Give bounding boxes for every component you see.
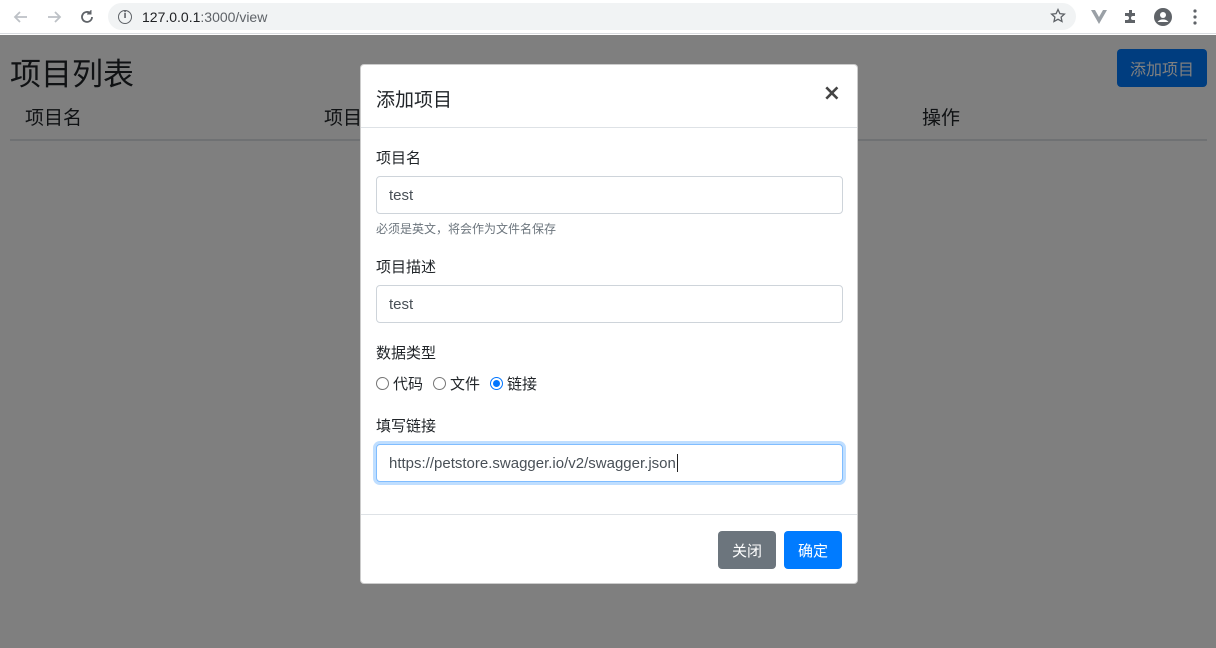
extensions-puzzle-icon[interactable]	[1121, 7, 1141, 27]
reload-icon[interactable]	[72, 2, 102, 32]
radio-code-label: 代码	[393, 375, 424, 393]
project-name-help: 必须是英文，将会作为文件名保存	[376, 222, 557, 236]
modal-header: 添加项目 ×	[361, 65, 857, 128]
radio-file-label: 文件	[450, 375, 481, 393]
vue-devtools-icon[interactable]	[1089, 7, 1109, 27]
add-project-modal: 添加项目 × 项目名 test 必须是英文，将会作为文件名保存 项目描述 tes…	[360, 64, 858, 584]
browser-toolbar: i 127.0.0.1:3000/view	[0, 0, 1216, 34]
radio-code[interactable]	[376, 377, 389, 390]
close-button[interactable]: 关闭	[718, 531, 776, 569]
link-label: 填写链接	[376, 417, 437, 435]
confirm-button[interactable]: 确定	[784, 531, 842, 569]
project-name-input[interactable]: test	[376, 176, 843, 214]
address-bar[interactable]: i 127.0.0.1:3000/view	[108, 3, 1076, 30]
project-desc-label: 项目描述	[376, 258, 437, 276]
browser-menu-icon[interactable]	[1185, 7, 1205, 27]
back-icon[interactable]	[6, 2, 36, 32]
profile-avatar-icon[interactable]	[1153, 7, 1173, 27]
text-cursor	[676, 454, 678, 472]
close-icon[interactable]: ×	[823, 81, 841, 106]
project-name-value: test	[389, 186, 414, 204]
project-desc-value: test	[389, 295, 414, 313]
modal-footer: 关闭 确定	[361, 514, 857, 584]
radio-file[interactable]	[433, 377, 447, 390]
info-icon[interactable]: i	[118, 9, 132, 24]
modal-title: 添加项目	[376, 89, 453, 111]
url-host: 127.0.0.1	[142, 8, 201, 25]
radio-link-label: 链接	[507, 375, 538, 393]
url-path: :3000/view	[200, 8, 268, 25]
radio-option-code[interactable]: 代码	[376, 373, 423, 394]
link-input[interactable]: https://petstore.swagger.io/v2/swagger.j…	[376, 444, 843, 482]
project-desc-input[interactable]: test	[376, 285, 843, 323]
data-type-radio-group: 代码 文件 链接	[376, 373, 547, 394]
data-type-label: 数据类型	[376, 344, 437, 362]
radio-link[interactable]	[490, 377, 504, 390]
project-name-label: 项目名	[376, 149, 422, 167]
link-value: https://petstore.swagger.io/v2/swagger.j…	[389, 454, 676, 472]
forward-icon[interactable]	[39, 2, 69, 32]
radio-option-file[interactable]: 文件	[433, 373, 480, 394]
bookmark-star-icon[interactable]	[1050, 8, 1066, 24]
radio-option-link[interactable]: 链接	[490, 373, 537, 394]
